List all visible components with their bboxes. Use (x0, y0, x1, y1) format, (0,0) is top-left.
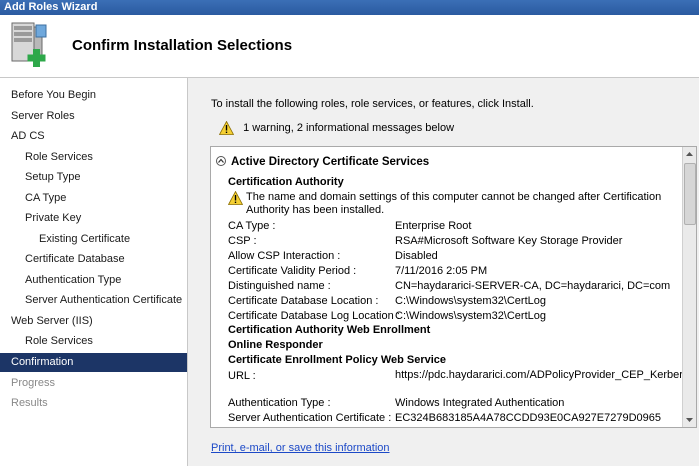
detail-key: Certificate Database Log Location : (228, 310, 400, 322)
wizard-steps-sidebar: Before You Begin Server Roles AD CS Role… (0, 78, 188, 466)
details-panel: Active Directory Certificate Services Ce… (210, 146, 697, 428)
detail-value: CN=haydararici-SERVER-CA, DC=haydararici… (395, 280, 671, 292)
page-title: Confirm Installation Selections (72, 37, 293, 54)
details-content: Active Directory Certificate Services Ce… (211, 147, 683, 427)
sidebar-item-ad-cs[interactable]: AD CS (0, 127, 187, 146)
ca-warning-text: The name and domain settings of this com… (246, 191, 662, 216)
vertical-scrollbar[interactable] (682, 147, 696, 427)
message-summary: 1 warning, 2 informational messages belo… (219, 120, 454, 136)
warning-icon (219, 121, 234, 135)
section-title-text: Active Directory Certificate Services (231, 156, 430, 168)
detail-value: C:\Windows\system32\CertLog (395, 310, 546, 322)
detail-row: Certificate Database Log Location : C:\W… (228, 309, 678, 323)
sidebar-item-private-key[interactable]: Private Key (0, 209, 187, 228)
detail-row: Certificate Database Location : C:\Windo… (228, 294, 678, 308)
sidebar-item-authentication-type[interactable]: Authentication Type (0, 271, 187, 290)
detail-value: Windows Integrated Authentication (395, 397, 565, 409)
window-title: Add Roles Wizard (0, 0, 699, 15)
scroll-down-icon[interactable] (683, 413, 696, 427)
detail-key: URL : (228, 370, 256, 382)
detail-value: Enterprise Root (395, 220, 472, 232)
detail-row: Certificate Validity Period : 7/11/2016 … (228, 264, 678, 278)
detail-row: Allow CSP Interaction : Disabled (228, 249, 678, 263)
detail-value: Disabled (395, 250, 438, 262)
sidebar-item-before-you-begin[interactable]: Before You Begin (0, 86, 187, 105)
sidebar-item-setup-type[interactable]: Setup Type (0, 168, 187, 187)
detail-key: Allow CSP Interaction : (228, 250, 341, 262)
detail-row: Server Authentication Certificate : EC32… (228, 411, 678, 425)
sidebar-item-progress: Progress (11, 377, 56, 389)
detail-value: https://pdc.haydararici.com/ADPolicyProv… (395, 369, 683, 381)
detail-key: Authentication Type : (228, 397, 331, 409)
summary-text: 1 warning, 2 informational messages belo… (243, 122, 455, 135)
sidebar-item-server-roles[interactable]: Server Roles (0, 107, 187, 126)
detail-key: Certificate Database Location : (228, 295, 379, 307)
sidebar-item-iis-role-services[interactable]: Role Services (0, 332, 187, 351)
sidebar-item-results: Results (11, 397, 48, 409)
detail-value: 7/11/2016 2:05 PM (395, 265, 488, 277)
sidebar-item-web-server-iis[interactable]: Web Server (IIS) (0, 312, 187, 331)
detail-row: Authentication Type : Windows Integrated… (228, 396, 678, 410)
detail-row: CSP : RSA#Microsoft Software Key Storage… (228, 234, 678, 248)
intro-text: To install the following roles, role ser… (211, 98, 534, 110)
ca-heading: Certification Authority (228, 176, 344, 188)
detail-value: RSA#Microsoft Software Key Storage Provi… (395, 235, 623, 247)
collapse-icon[interactable] (216, 155, 226, 166)
cep-heading: Certificate Enrollment Policy Web Servic… (228, 354, 447, 366)
server-add-roles-icon (11, 22, 47, 67)
sidebar-item-existing-certificate[interactable]: Existing Certificate (0, 230, 187, 249)
detail-key: CSP : (228, 235, 257, 247)
detail-key: CA Type : (228, 220, 276, 232)
scroll-thumb[interactable] (684, 163, 696, 225)
sidebar-item-certificate-database[interactable]: Certificate Database (0, 250, 187, 269)
detail-key: Distinguished name : (228, 280, 331, 292)
print-email-save-link[interactable]: Print, e-mail, or save this information (211, 442, 390, 454)
sidebar-item-server-authentication-certificate[interactable]: Server Authentication Certificate (0, 291, 187, 310)
detail-row: Distinguished name : CN=haydararici-SERV… (228, 279, 678, 293)
section-title: Active Directory Certificate Services (216, 155, 430, 168)
sidebar-item-confirmation[interactable]: Confirmation (0, 353, 187, 372)
scroll-up-icon[interactable] (683, 147, 696, 161)
wizard-header: Confirm Installation Selections (0, 15, 699, 78)
detail-key: Server Authentication Certificate : (228, 412, 392, 424)
sidebar-item-ca-type[interactable]: CA Type (0, 189, 187, 208)
detail-value: EC324B683185A4A78CCDD93E0CA927E7279D0965 (395, 412, 662, 424)
online-responder-heading: Online Responder (228, 339, 323, 351)
detail-row: URL : https://pdc.haydararici.com/ADPoli… (228, 369, 683, 395)
main-content: To install the following roles, role ser… (189, 78, 699, 466)
detail-value: C:\Windows\system32\CertLog (395, 295, 546, 307)
web-enrollment-heading: Certification Authority Web Enrollment (228, 324, 431, 336)
detail-row: CA Type : Enterprise Root (228, 219, 678, 233)
sidebar-item-role-services[interactable]: Role Services (0, 148, 187, 167)
warning-icon (228, 191, 243, 205)
detail-key: Certificate Validity Period : (228, 265, 357, 277)
